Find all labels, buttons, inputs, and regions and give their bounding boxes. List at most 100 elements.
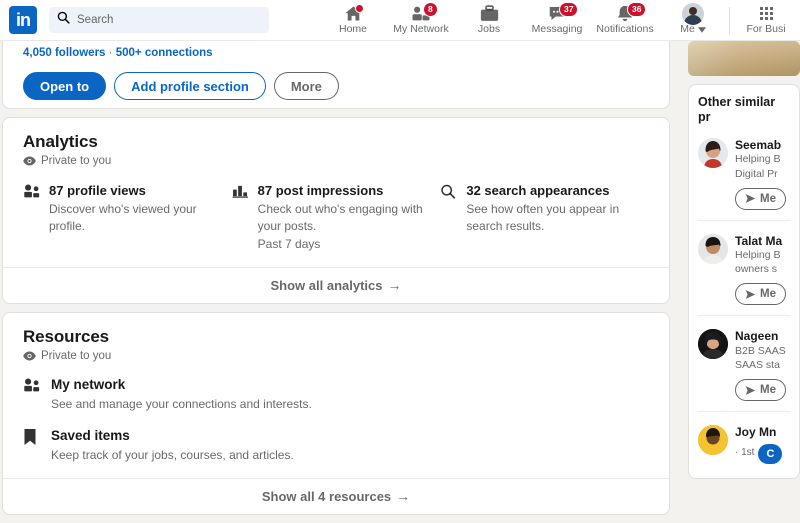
message-button[interactable]: Me xyxy=(735,379,786,402)
show-all-analytics-button[interactable]: Show all analytics → xyxy=(3,266,669,303)
home-badge-dot xyxy=(355,3,364,13)
search-input[interactable] xyxy=(77,14,247,26)
stat-profile-views[interactable]: 87 profile views Discover who's viewed y… xyxy=(23,183,232,253)
connect-button[interactable]: C xyxy=(758,443,783,464)
my-network-badge: 8 xyxy=(423,1,438,17)
resources-body: Resources Private to you My network See … xyxy=(3,313,669,464)
similar-profile-row[interactable]: Talat Ma Helping B owners s Me xyxy=(698,221,790,317)
apps-grid-icon xyxy=(759,5,773,22)
analytics-privacy: Private to you xyxy=(23,155,649,167)
message-button[interactable]: Me xyxy=(735,283,786,306)
connections-count[interactable]: 500+ connections xyxy=(116,47,213,59)
arrow-right-icon: → xyxy=(387,277,402,294)
analytics-privacy-label: Private to you xyxy=(41,155,112,167)
me-text: Me xyxy=(680,23,695,36)
followers-connections-line: 4,050 followers · 500+ connections xyxy=(23,47,213,59)
similar-profile-name[interactable]: Joy Mn xyxy=(735,425,782,439)
nav-label-for-business: For Busi xyxy=(746,23,786,36)
nav-item-jobs[interactable]: Jobs xyxy=(455,0,523,41)
analytics-body: Analytics Private to you 87 profile view… xyxy=(3,118,669,253)
add-profile-section-button[interactable]: Add profile section xyxy=(114,72,266,100)
nav-item-messaging[interactable]: 37 Messaging xyxy=(523,0,591,41)
similar-profile-line1: Helping B xyxy=(735,153,781,166)
open-to-button[interactable]: Open to xyxy=(23,72,107,100)
analytics-card: Analytics Private to you 87 profile view… xyxy=(2,117,670,304)
stat-title: 32 search appearances xyxy=(466,183,610,198)
similar-profile-line1: B2B SAAS xyxy=(735,344,786,357)
send-icon xyxy=(745,194,756,204)
bar-chart-icon xyxy=(232,183,249,253)
similar-profile-row[interactable]: Seemab Helping B Digital Pr Me xyxy=(698,125,790,221)
analytics-title: Analytics xyxy=(23,132,98,151)
other-similar-profiles-card: Other similar pr Seemab Helping B Digita… xyxy=(688,84,800,479)
similar-profile-line2: owners s xyxy=(735,263,778,276)
bookmark-icon xyxy=(23,428,40,464)
send-icon xyxy=(745,385,756,395)
nav-label-home: Home xyxy=(338,23,367,36)
similar-profile-line2: SAAS sta xyxy=(735,359,780,372)
nav-label-messaging: Messaging xyxy=(531,23,583,36)
resource-item-my-network[interactable]: My network See and manage your connectio… xyxy=(23,377,649,413)
show-all-resources-label: Show all 4 resources xyxy=(261,488,392,504)
more-button[interactable]: More xyxy=(273,72,339,100)
similar-profiles-heading: Other similar pr xyxy=(698,95,776,124)
similar-profile-name[interactable]: Seemab xyxy=(735,138,786,152)
resource-desc: Keep track of your jobs, courses, and ar… xyxy=(51,447,294,462)
resource-title: Saved items xyxy=(51,427,130,443)
avatar xyxy=(698,138,728,168)
nav-divider xyxy=(729,6,730,34)
resources-privacy: Private to you xyxy=(23,350,649,362)
message-button-label: Me xyxy=(760,288,776,301)
send-icon xyxy=(745,290,756,299)
separator: · xyxy=(108,47,113,59)
avatar xyxy=(698,425,728,456)
stat-title: 87 post impressions xyxy=(257,183,384,198)
profile-button-row: Open to Add profile section More xyxy=(23,72,339,100)
similar-profile-row[interactable]: Nageen B2B SAAS SAAS sta Me xyxy=(698,316,790,413)
eye-icon xyxy=(23,156,36,166)
similar-profile-name[interactable]: Talat Ma xyxy=(735,234,786,248)
stat-post-impressions[interactable]: 87 post impressions Check out who's enga… xyxy=(232,183,441,253)
resources-card: Resources Private to you My network See … xyxy=(2,311,670,515)
message-button[interactable]: Me xyxy=(735,187,786,210)
people-icon xyxy=(23,183,40,253)
linkedin-logo-icon[interactable]: in xyxy=(9,6,37,34)
main-column: 4,050 followers · 500+ connections Open … xyxy=(2,41,670,523)
show-all-resources-button[interactable]: Show all 4 resources → xyxy=(3,477,669,514)
nav-item-notifications[interactable]: 36 Notifications xyxy=(591,0,659,41)
stat-meta: Past 7 days xyxy=(257,236,321,251)
nav-items: Home 8 My Network Jobs 37 Messaging 36 N… xyxy=(319,0,800,41)
nav-label-me: Me xyxy=(680,24,706,35)
resources-privacy-label: Private to you xyxy=(41,349,112,362)
nav-item-my-network[interactable]: 8 My Network xyxy=(387,0,455,41)
nav-label-jobs: Jobs xyxy=(477,23,501,36)
connection-degree: · 1st xyxy=(735,447,755,459)
similar-profile-line2: Digital Pr xyxy=(735,167,778,180)
avatar xyxy=(698,329,728,360)
resource-title: My network xyxy=(51,376,126,392)
message-button-label: Me xyxy=(760,384,776,397)
right-sidebar: Other similar pr Seemab Helping B Digita… xyxy=(688,41,800,479)
nav-item-for-business[interactable]: For Busi xyxy=(732,0,800,41)
followers-count[interactable]: 4,050 followers xyxy=(23,47,105,59)
message-button-label: Me xyxy=(760,192,776,205)
avatar xyxy=(682,2,704,25)
stat-search-appearances[interactable]: 32 search appearances See how often you … xyxy=(440,183,649,253)
chevron-down-icon xyxy=(697,26,706,33)
top-navigation-bar: in Home 8 My Network xyxy=(0,0,800,41)
nav-item-home[interactable]: Home xyxy=(319,0,387,41)
nav-label-my-network: My Network xyxy=(393,23,449,36)
briefcase-icon xyxy=(480,5,499,22)
similar-profile-name[interactable]: Nageen xyxy=(735,329,786,343)
similar-profile-row[interactable]: Joy Mn · 1st C xyxy=(698,412,790,473)
notifications-badge: 36 xyxy=(627,1,647,17)
resources-title: Resources xyxy=(23,326,110,346)
stat-title: 87 profile views xyxy=(49,183,146,198)
nav-label-notifications: Notifications xyxy=(596,23,654,36)
cover-photo xyxy=(688,41,800,76)
resource-item-saved-items[interactable]: Saved items Keep track of your jobs, cou… xyxy=(23,428,649,464)
search-box[interactable] xyxy=(49,7,269,33)
nav-item-me[interactable]: Me xyxy=(659,0,727,41)
stat-desc: See how often you appear in search resul… xyxy=(466,202,620,234)
people-icon xyxy=(23,377,40,413)
